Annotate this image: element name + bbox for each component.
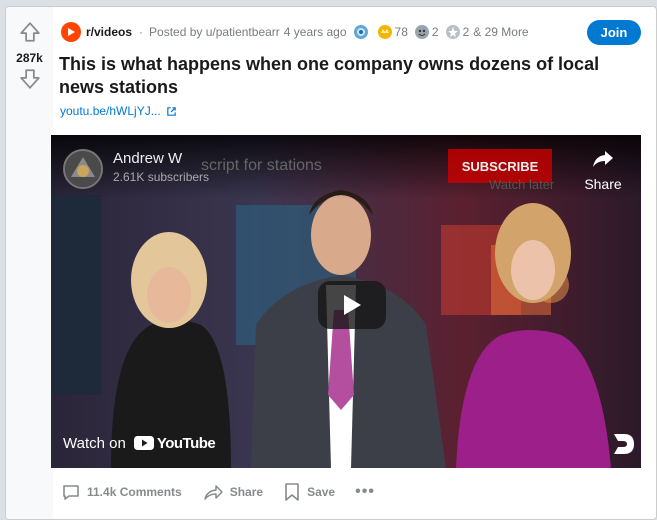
gold-award-icon [377, 25, 392, 39]
post-meta: r/videos · Posted by u/patientbearr 4 ye… [61, 22, 529, 42]
award-count: 2 [431, 25, 439, 39]
bookmark-icon [285, 483, 299, 501]
subreddit-icon[interactable] [61, 22, 81, 42]
youtube-logo: YouTube [133, 434, 216, 452]
share-button[interactable]: Share [202, 482, 263, 502]
play-icon [68, 28, 75, 36]
more-awards-link[interactable]: & 29 More [473, 25, 528, 39]
vote-column: 287k [6, 7, 53, 519]
comment-icon [63, 485, 79, 500]
post-title[interactable]: This is what happens when one company ow… [59, 53, 639, 99]
youtube-logo-icon [133, 436, 154, 450]
post-card: 287k r/videos · Posted by u/patientbearr… [5, 6, 657, 520]
post-link-text: youtu.be/hWLjYJ... [60, 104, 161, 118]
comments-label: 11.4k Comments [87, 485, 182, 499]
award-gold[interactable]: 78 [377, 24, 408, 40]
channel-name[interactable]: Andrew W [113, 150, 182, 167]
youtube-share-label: Share [584, 176, 622, 192]
youtube-share-button[interactable]: Share [581, 149, 625, 193]
video-title[interactable]: script for stations [201, 157, 322, 175]
channel-avatar[interactable] [63, 149, 103, 189]
award-silver[interactable]: 2 [445, 24, 470, 40]
post-age: 4 years ago [283, 25, 347, 39]
save-button[interactable]: Save [283, 482, 335, 502]
join-button[interactable]: Join [587, 20, 641, 45]
award-count: 2 [462, 25, 470, 39]
posted-by[interactable]: Posted by u/patientbearr [149, 25, 280, 39]
channel-subscribers: 2.61K subscribers [113, 170, 210, 184]
award-helpful[interactable] [353, 24, 371, 40]
award-wholesome[interactable]: 2 [414, 24, 439, 40]
post-link[interactable]: youtu.be/hWLjYJ... [60, 104, 177, 118]
award-count: 78 [394, 25, 408, 39]
helpful-award-icon [353, 25, 368, 39]
watch-later-label[interactable]: Watch later [489, 177, 554, 192]
wholesome-award-icon [414, 25, 429, 39]
save-label: Save [307, 485, 336, 499]
station-d-logo-icon [614, 434, 634, 454]
upvote-arrow-icon[interactable] [19, 21, 41, 43]
silver-award-icon [445, 25, 460, 39]
watch-on-youtube-link[interactable]: Watch on YouTube [51, 418, 221, 468]
play-button[interactable] [318, 281, 386, 329]
meta-separator: · [139, 25, 144, 39]
subreddit-name[interactable]: r/videos [86, 25, 132, 39]
share-icon [203, 485, 223, 500]
watch-on-label: Watch on [63, 434, 126, 452]
comments-button[interactable]: 11.4k Comments [61, 482, 182, 502]
youtube-logo-text: YouTube [156, 434, 216, 452]
avatar-image [65, 151, 101, 187]
external-link-icon [166, 106, 176, 116]
downvote-arrow-icon[interactable] [19, 68, 41, 90]
play-icon [344, 295, 361, 315]
share-label: Share [229, 485, 264, 499]
video-embed[interactable]: Andrew W 2.61K subscribers script for st… [51, 135, 641, 468]
more-options-button[interactable]: ••• [355, 483, 375, 501]
vote-score: 287k [16, 51, 43, 65]
share-arrow-icon [593, 151, 613, 167]
post-actions: 11.4k Comments Share Save ••• [61, 481, 375, 503]
